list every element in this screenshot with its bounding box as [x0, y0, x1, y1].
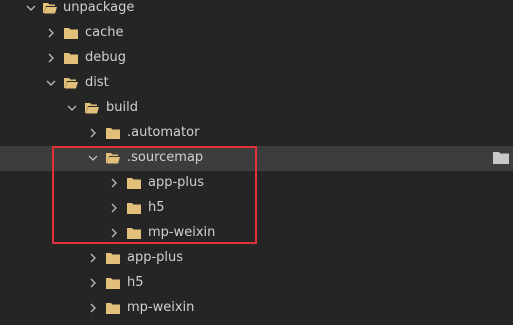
- tree-item-cache[interactable]: cache: [0, 21, 513, 46]
- tree-item-dist[interactable]: dist: [0, 71, 513, 96]
- chevron-right-icon[interactable]: [88, 303, 98, 313]
- tree-item-label: dist: [85, 75, 109, 90]
- chevron-right-icon[interactable]: [46, 53, 56, 63]
- tree-item-sourcemap-mp-weixin[interactable]: mp-weixin: [0, 221, 513, 246]
- folder-icon: [106, 128, 120, 139]
- tree-item-sourcemap[interactable]: .sourcemap: [0, 146, 513, 171]
- folder-icon: [106, 278, 120, 289]
- tree-item-label: mp-weixin: [127, 300, 195, 315]
- folder-icon: [64, 53, 78, 64]
- tree-item-build-mp-weixin[interactable]: mp-weixin: [0, 296, 513, 321]
- folder-open-icon: [43, 3, 57, 14]
- tree-item-build[interactable]: build: [0, 96, 513, 121]
- open-folder-action-icon[interactable]: [493, 151, 509, 164]
- tree-item-label: .automator: [127, 125, 200, 140]
- folder-icon: [64, 28, 78, 39]
- tree-item-label: cache: [85, 25, 124, 40]
- tree-item-build-app-plus[interactable]: app-plus: [0, 246, 513, 271]
- folder-open-icon: [85, 103, 99, 114]
- folder-open-icon: [106, 153, 120, 164]
- chevron-right-icon[interactable]: [109, 178, 119, 188]
- chevron-right-icon[interactable]: [46, 28, 56, 38]
- tree-item-label: mp-weixin: [148, 225, 216, 240]
- tree-item-automator[interactable]: .automator: [0, 121, 513, 146]
- chevron-right-icon[interactable]: [109, 203, 119, 213]
- folder-icon: [127, 203, 141, 214]
- tree-item-label: h5: [148, 200, 165, 215]
- chevron-down-icon[interactable]: [46, 78, 56, 88]
- tree-item-label: h5: [127, 275, 144, 290]
- tree-item-label: app-plus: [148, 175, 205, 190]
- chevron-down-icon[interactable]: [26, 3, 36, 13]
- folder-icon: [127, 228, 141, 239]
- file-explorer-tree: unpackage cache debug dist build .automa…: [0, 0, 513, 325]
- folder-icon: [106, 303, 120, 314]
- folder-open-icon: [64, 78, 78, 89]
- tree-item-label: debug: [85, 50, 126, 65]
- chevron-right-icon[interactable]: [109, 228, 119, 238]
- tree-item-sourcemap-app-plus[interactable]: app-plus: [0, 171, 513, 196]
- tree-item-label: app-plus: [127, 250, 184, 265]
- chevron-right-icon[interactable]: [88, 278, 98, 288]
- folder-icon: [106, 253, 120, 264]
- tree-item-label: build: [106, 100, 138, 115]
- tree-item-label: unpackage: [63, 0, 135, 15]
- tree-item-sourcemap-h5[interactable]: h5: [0, 196, 513, 221]
- folder-icon: [127, 178, 141, 189]
- tree-item-debug[interactable]: debug: [0, 46, 513, 71]
- chevron-down-icon[interactable]: [67, 103, 77, 113]
- tree-item-build-h5[interactable]: h5: [0, 271, 513, 296]
- chevron-right-icon[interactable]: [88, 253, 98, 263]
- tree-item-unpackage[interactable]: unpackage: [0, 0, 513, 21]
- chevron-down-icon[interactable]: [88, 153, 98, 163]
- chevron-right-icon[interactable]: [88, 128, 98, 138]
- tree-item-label: .sourcemap: [127, 150, 204, 165]
